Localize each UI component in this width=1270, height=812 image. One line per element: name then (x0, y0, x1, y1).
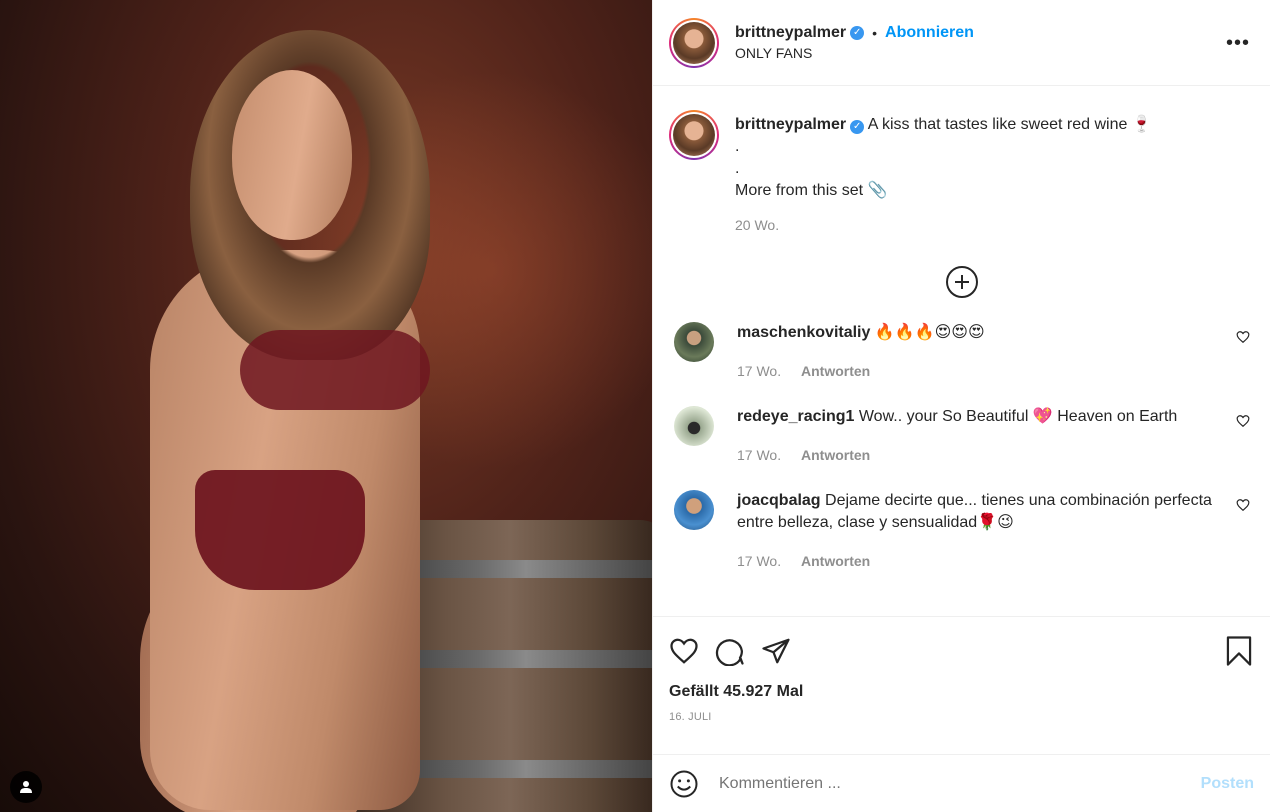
avatar[interactable] (674, 406, 714, 446)
header-line: brittneypalmer ✓ • Abonnieren (735, 24, 974, 42)
comment-timestamp[interactable]: 17 Wo. (737, 447, 781, 463)
comment-text: Wow.. your So Beautiful 💖 Heaven on Eart… (858, 408, 1178, 425)
load-more-comments[interactable] (669, 266, 1254, 298)
photo-lingerie-top (240, 330, 430, 410)
add-comment-bar: Posten (653, 754, 1270, 812)
caption-body: brittneypalmer ✓ A kiss that tastes like … (735, 110, 1152, 236)
comment-item: redeye_racing1 Wow.. your So Beautiful 💖… (669, 406, 1254, 466)
instagram-post: brittneypalmer ✓ • Abonnieren ONLY FANS … (0, 0, 1270, 812)
heart-icon[interactable] (1236, 330, 1250, 344)
comment-item: joacqbalag Dejame decirte que... tienes … (669, 490, 1254, 572)
comment-text: 🔥🔥🔥😍😍😍 (874, 324, 985, 341)
caption-line: brittneypalmer ✓ A kiss that tastes like … (735, 114, 1152, 136)
comment-meta: 17 Wo. Antworten (737, 444, 1214, 466)
post-photo[interactable] (0, 0, 652, 812)
comment-body: joacqbalag Dejame decirte que... tienes … (737, 490, 1254, 572)
avatar[interactable] (674, 490, 714, 530)
story-ring[interactable] (669, 17, 719, 68)
avatar[interactable] (674, 322, 714, 362)
author-username[interactable]: brittneypalmer (735, 24, 846, 42)
comment-timestamp[interactable]: 17 Wo. (737, 553, 781, 569)
caption-story-ring[interactable] (669, 110, 719, 160)
comment-line: joacqbalag Dejame decirte que... tienes … (737, 490, 1214, 534)
comment-line: maschenkovitaliy 🔥🔥🔥😍😍😍 (737, 322, 1214, 344)
post-side-panel: brittneypalmer ✓ • Abonnieren ONLY FANS … (652, 0, 1270, 812)
header-text: brittneypalmer ✓ • Abonnieren ONLY FANS (735, 24, 974, 61)
post-date[interactable]: 16. JULI (669, 711, 1254, 723)
heart-icon[interactable] (1236, 498, 1250, 512)
comment-body: maschenkovitaliy 🔥🔥🔥😍😍😍 17 Wo. Antworten (737, 322, 1254, 382)
reply-button[interactable]: Antworten (801, 363, 870, 379)
post-actions: Gefällt 45.927 Mal 16. JULI (653, 616, 1270, 754)
caption-timestamp[interactable]: 20 Wo. (735, 214, 1152, 236)
comment-meta: 17 Wo. Antworten (737, 550, 1214, 572)
avatar-frame (671, 19, 717, 66)
verified-badge-icon: ✓ (850, 120, 865, 134)
comment-item: maschenkovitaliy 🔥🔥🔥😍😍😍 17 Wo. Antworten (669, 322, 1254, 382)
comments-section: brittneypalmer ✓ A kiss that tastes like … (653, 86, 1270, 616)
avatar (673, 114, 715, 156)
reply-button[interactable]: Antworten (801, 447, 870, 463)
caption-text: A kiss that tastes like sweet red wine 🍷 (867, 116, 1152, 133)
heart-icon[interactable] (1236, 414, 1250, 428)
more-horizontal-icon[interactable]: ••• (1226, 32, 1250, 55)
caption-line-4: More from this set 📎 (735, 182, 888, 199)
comment-input[interactable] (719, 774, 1201, 793)
emoji-icon[interactable] (669, 769, 699, 799)
post-header: brittneypalmer ✓ • Abonnieren ONLY FANS … (653, 0, 1270, 86)
share-paper-plane-icon[interactable] (761, 636, 791, 666)
tagged-users-button[interactable] (10, 771, 42, 803)
verified-badge-icon: ✓ (850, 26, 865, 40)
avatar-frame (671, 112, 717, 158)
comment-username[interactable]: joacqbalag (737, 492, 821, 509)
comment-username[interactable]: redeye_racing1 (737, 408, 854, 425)
avatar (673, 21, 715, 64)
comment-username[interactable]: maschenkovitaliy (737, 324, 870, 341)
caption-line-3: . (735, 160, 740, 177)
comment-body: redeye_racing1 Wow.. your So Beautiful 💖… (737, 406, 1254, 466)
likes-count[interactable]: Gefällt 45.927 Mal (669, 683, 1254, 701)
comment-line: redeye_racing1 Wow.. your So Beautiful 💖… (737, 406, 1214, 428)
photo-lingerie-bottom (195, 470, 365, 590)
reply-button[interactable]: Antworten (801, 553, 870, 569)
like-heart-icon[interactable] (669, 636, 699, 666)
comment-timestamp[interactable]: 17 Wo. (737, 363, 781, 379)
follow-button[interactable]: Abonnieren (885, 24, 974, 42)
action-icons-row (669, 633, 1254, 669)
separator-dot: • (872, 25, 878, 41)
post-caption: brittneypalmer ✓ A kiss that tastes like … (669, 110, 1254, 236)
user-icon (20, 781, 32, 793)
plus-circle-icon (945, 266, 978, 298)
comment-bubble-icon[interactable] (715, 636, 745, 666)
bookmark-icon[interactable] (1224, 635, 1254, 667)
photo-subject-head (232, 70, 352, 240)
post-comment-button[interactable]: Posten (1201, 775, 1254, 793)
comment-meta: 17 Wo. Antworten (737, 360, 1214, 382)
caption-line-2: . (735, 138, 740, 155)
caption-username[interactable]: brittneypalmer (735, 116, 846, 133)
location-link[interactable]: ONLY FANS (735, 45, 974, 61)
